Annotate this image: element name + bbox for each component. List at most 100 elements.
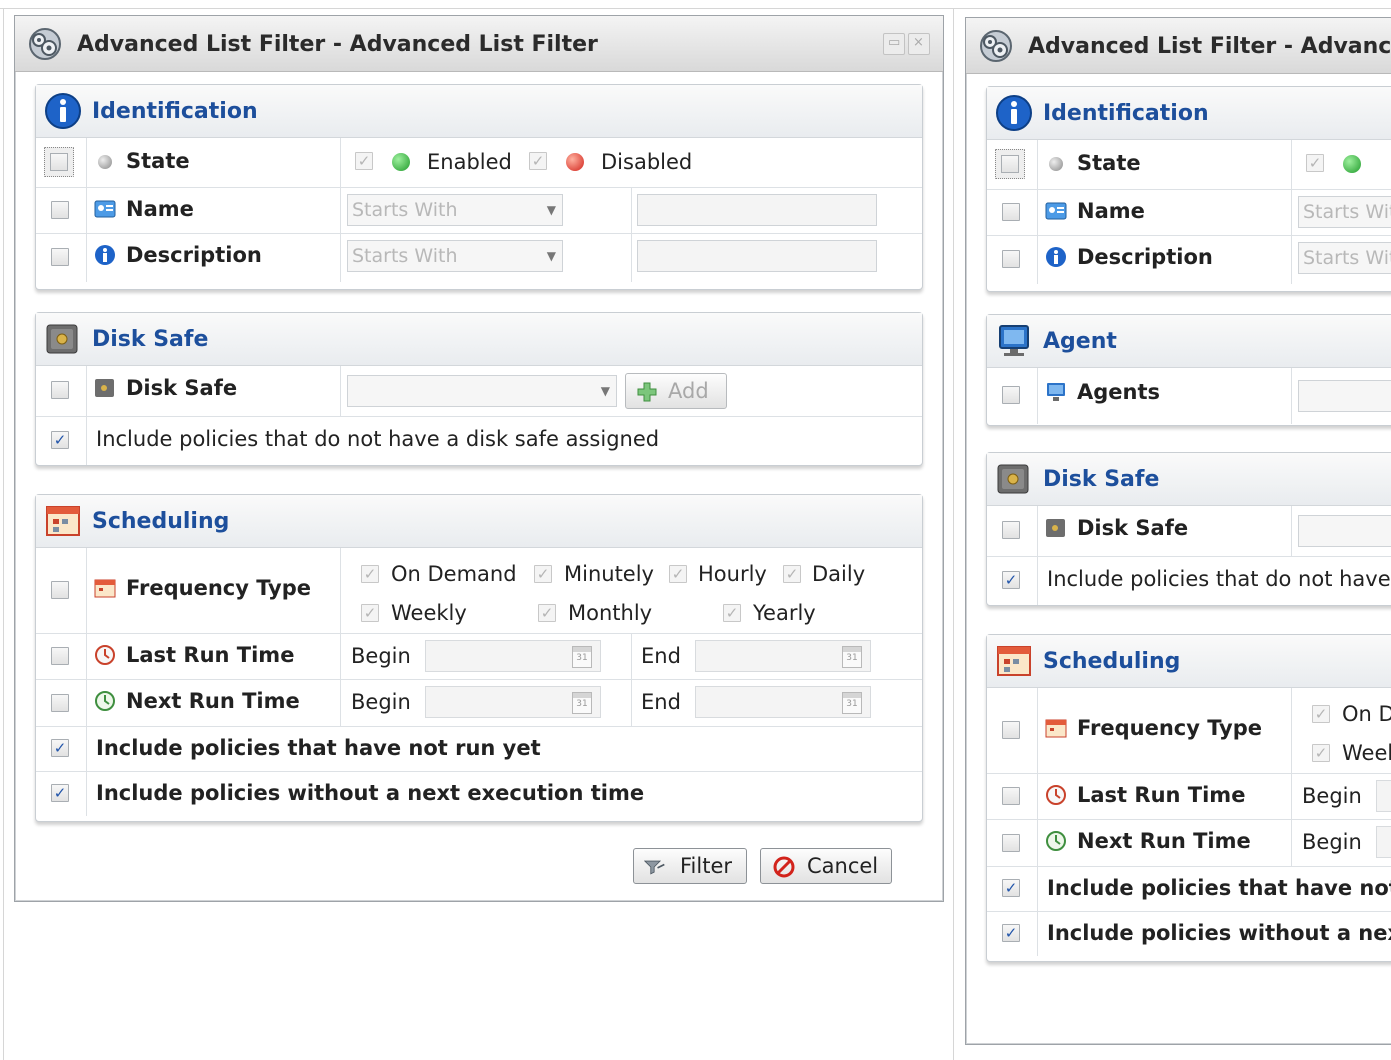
next-run-end-label: End: [641, 690, 681, 714]
agents-select[interactable]: [1298, 380, 1391, 412]
calendar-picker-icon[interactable]: 31: [842, 646, 862, 668]
include-not-run-checkbox[interactable]: ✓: [1002, 879, 1020, 897]
name-value-input[interactable]: [637, 194, 877, 226]
freq-hourly-checkbox[interactable]: ✓: [669, 565, 687, 583]
disabled-status-icon: [566, 153, 584, 171]
next-run-end-input[interactable]: 31: [695, 686, 871, 718]
cancel-button[interactable]: Cancel: [760, 848, 892, 884]
filter-icon: [644, 860, 665, 875]
frequency-type-include-checkbox[interactable]: [1002, 721, 1020, 739]
state-include-checkbox[interactable]: [44, 147, 74, 177]
disabled-checkbox[interactable]: ✓: [529, 152, 547, 170]
include-unassigned-checkbox[interactable]: ✓: [1002, 571, 1020, 589]
last-run-end-input[interactable]: 31: [695, 640, 871, 672]
next-run-begin-input[interactable]: [1376, 826, 1391, 858]
scheduling-header: Scheduling: [36, 495, 922, 548]
next-run-begin-label: Begin: [351, 690, 411, 714]
disk-safe-include-checkbox[interactable]: [1002, 521, 1020, 539]
freq-weekly-checkbox[interactable]: ✓: [361, 604, 379, 622]
next-run-begin-input[interactable]: 31: [425, 686, 601, 718]
calendar-picker-icon[interactable]: 31: [572, 692, 592, 714]
scheduling-title: Scheduling: [92, 509, 230, 534]
chevron-down-icon: ▼: [546, 203, 556, 217]
freq-minutely-checkbox[interactable]: ✓: [534, 565, 552, 583]
description-label: Description: [126, 243, 262, 267]
freq-daily-checkbox[interactable]: ✓: [783, 565, 801, 583]
include-not-run-checkbox[interactable]: ✓: [51, 739, 69, 757]
include-unassigned-checkbox[interactable]: ✓: [51, 431, 69, 449]
freq-weekly-label: Weekly: [391, 601, 467, 625]
include-no-next-checkbox[interactable]: ✓: [51, 784, 69, 802]
restore-button[interactable]: ▭: [883, 33, 905, 55]
disk-safe-select[interactable]: ▼: [347, 375, 617, 407]
last-run-row: Last Run Time Begin 31 End 31: [36, 634, 922, 680]
next-run-include-checkbox[interactable]: [51, 694, 69, 712]
top-divider: [0, 8, 1391, 9]
agents-include-checkbox[interactable]: [1002, 386, 1020, 404]
frequency-type-label: Frequency Type: [1077, 716, 1263, 740]
last-run-include-checkbox[interactable]: [1002, 787, 1020, 805]
frequency-type-row: Frequency Type ✓ On Demand ✓ Minutely ✓ …: [36, 548, 922, 634]
last-run-begin-input[interactable]: 31: [425, 640, 601, 672]
name-include-checkbox[interactable]: [51, 201, 69, 219]
agents-label: Agents: [1077, 380, 1161, 404]
dialog-titlebar[interactable]: Advanced List Filter - Advanced List Fil…: [15, 16, 943, 72]
freq-yearly-checkbox[interactable]: ✓: [723, 604, 741, 622]
calendar-picker-icon[interactable]: 31: [842, 692, 862, 714]
info-icon: [1046, 247, 1066, 267]
enabled-checkbox[interactable]: ✓: [1306, 154, 1324, 172]
disk-safe-label: Disk Safe: [1077, 516, 1189, 540]
enabled-checkbox[interactable]: ✓: [355, 152, 373, 170]
clock-icon: [1046, 831, 1066, 851]
dialog-title: Advanced List Filter - Advanced List Fil…: [77, 32, 598, 57]
close-button[interactable]: ×: [908, 33, 930, 55]
description-include-checkbox[interactable]: [1002, 250, 1020, 268]
freq-on-demand-checkbox[interactable]: ✓: [1312, 705, 1330, 723]
include-no-next-label: Include policies without a next executio…: [96, 781, 645, 805]
clock-icon: [1046, 785, 1066, 805]
description-include-checkbox[interactable]: [51, 248, 69, 266]
monitor-icon: [999, 325, 1029, 356]
last-run-begin-input[interactable]: [1376, 780, 1391, 812]
calendar-icon: [997, 646, 1031, 676]
disk-safe-row: Disk Safe: [987, 506, 1391, 557]
state-include-checkbox[interactable]: [995, 149, 1025, 179]
restore-icon: ▭: [888, 35, 901, 50]
enabled-label: Enabled: [427, 150, 512, 174]
freq-monthly-checkbox[interactable]: ✓: [538, 604, 556, 622]
next-run-label: Next Run Time: [126, 689, 300, 713]
last-run-row: Last Run Time Begin: [987, 774, 1391, 820]
chevron-down-icon: ▼: [600, 384, 610, 398]
disk-safe-section: Disk Safe Disk Safe ✓ Include policies t…: [986, 452, 1391, 606]
description-operator-select[interactable]: Starts With ▼: [347, 240, 563, 272]
disk-safe-header: Disk Safe: [36, 313, 922, 366]
state-icon: [1049, 157, 1063, 171]
name-operator-select[interactable]: Starts With: [1298, 196, 1391, 228]
calendar-picker-icon[interactable]: 31: [572, 646, 592, 668]
scheduling-title: Scheduling: [1043, 649, 1181, 674]
state-row: State ✓ Enabled ✓ Disabled: [36, 138, 922, 188]
identification-header: Identification: [36, 85, 922, 138]
filter-button[interactable]: Filter: [633, 848, 747, 884]
add-disk-safe-button[interactable]: Add: [625, 373, 727, 409]
name-operator-select[interactable]: Starts With ▼: [347, 194, 563, 226]
plus-icon: [637, 382, 657, 402]
frequency-type-include-checkbox[interactable]: [51, 581, 69, 599]
description-value-input[interactable]: [637, 240, 877, 272]
info-icon: [45, 93, 81, 129]
name-row: Name Starts With ▼: [36, 188, 922, 234]
name-include-checkbox[interactable]: [1002, 203, 1020, 221]
disk-safe-select[interactable]: [1298, 515, 1391, 547]
freq-on-demand-checkbox[interactable]: ✓: [361, 565, 379, 583]
description-operator-select[interactable]: Starts With: [1298, 242, 1391, 274]
safe-icon: [1046, 519, 1065, 537]
freq-on-demand-label: On Demand: [1342, 702, 1391, 726]
include-no-next-checkbox[interactable]: ✓: [1002, 924, 1020, 942]
last-run-include-checkbox[interactable]: [51, 647, 69, 665]
dialog-titlebar[interactable]: Advanced List Filter - Advanced List Fil…: [966, 18, 1391, 74]
disk-safe-include-checkbox[interactable]: [51, 381, 69, 399]
next-run-include-checkbox[interactable]: [1002, 834, 1020, 852]
info-icon: [996, 95, 1032, 131]
state-row: State ✓: [987, 140, 1391, 190]
freq-weekly-checkbox[interactable]: ✓: [1312, 744, 1330, 762]
